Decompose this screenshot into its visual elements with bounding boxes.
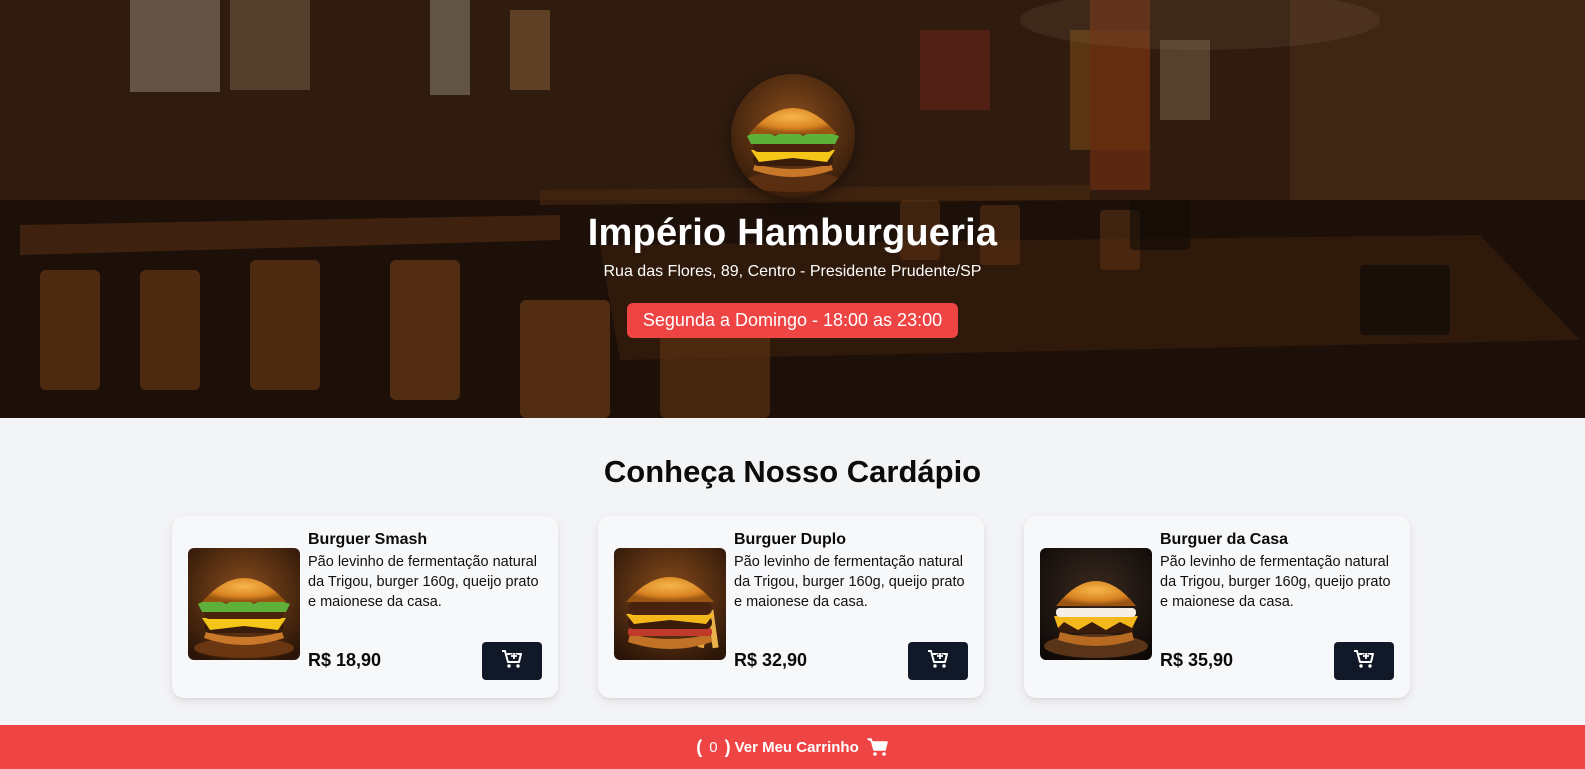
menu-item-info: Burguer Duplo Pão levinho de fermentação… xyxy=(734,530,970,612)
menu-item-description: Pão levinho de fermentação natural da Tr… xyxy=(734,554,965,610)
hero-banner: Império Hamburgueria Rua das Flores, 89,… xyxy=(0,0,1585,418)
menu-item-description: Pão levinho de fermentação natural da Tr… xyxy=(1160,554,1391,610)
menu-item-name: Burguer da Casa xyxy=(1160,531,1289,548)
cart-open-paren: ( xyxy=(696,736,703,757)
hero-content: Império Hamburgueria Rua das Flores, 89,… xyxy=(0,0,1585,418)
menu-item-card: Burguer da Casa Pão levinho de fermentaç… xyxy=(1024,516,1410,698)
menu-item-info: Burguer da Casa Pão levinho de fermentaç… xyxy=(1160,530,1396,612)
cart-close-paren: ) xyxy=(724,736,731,757)
add-to-cart-icon xyxy=(1353,649,1375,674)
menu-item-card: Burguer Duplo Pão levinho de fermentação… xyxy=(598,516,984,698)
cart-icon xyxy=(866,737,889,757)
menu-item-description: Pão levinho de fermentação natural da Tr… xyxy=(308,554,539,610)
add-to-cart-button[interactable] xyxy=(482,642,542,680)
cart-label: Ver Meu Carrinho xyxy=(734,738,859,756)
menu-item-card: Burguer Smash Pão levinho de fermentação… xyxy=(172,516,558,698)
menu-grid: Burguer Smash Pão levinho de fermentação… xyxy=(172,516,1410,698)
menu-item-price: R$ 35,90 xyxy=(1160,650,1234,670)
menu-item-price: R$ 18,90 xyxy=(308,650,382,670)
menu-item-image xyxy=(614,548,726,660)
restaurant-name: Império Hamburgueria xyxy=(587,212,998,254)
menu-item-image xyxy=(1040,548,1152,660)
view-cart-button[interactable]: ( 0 ) Ver Meu Carrinho xyxy=(0,725,1585,769)
opening-hours-badge: Segunda a Domingo - 18:00 as 23:00 xyxy=(626,303,959,338)
add-to-cart-icon xyxy=(501,649,523,674)
menu-item-price: R$ 32,90 xyxy=(734,650,808,670)
cart-count: 0 xyxy=(709,738,718,756)
menu-title: Conheça Nosso Cardápio xyxy=(603,454,982,489)
add-to-cart-button[interactable] xyxy=(1334,642,1394,680)
menu-item-name: Burguer Smash xyxy=(308,531,428,548)
menu-section: Conheça Nosso Cardápio Burguer Smash Pão… xyxy=(0,418,1585,698)
add-to-cart-button[interactable] xyxy=(908,642,968,680)
menu-item-image xyxy=(188,548,300,660)
menu-item-info: Burguer Smash Pão levinho de fermentação… xyxy=(308,530,544,612)
add-to-cart-icon xyxy=(927,649,949,674)
burger-logo-icon xyxy=(730,74,855,198)
restaurant-address: Rua das Flores, 89, Centro - Presidente … xyxy=(603,263,982,280)
menu-item-name: Burguer Duplo xyxy=(734,531,846,548)
